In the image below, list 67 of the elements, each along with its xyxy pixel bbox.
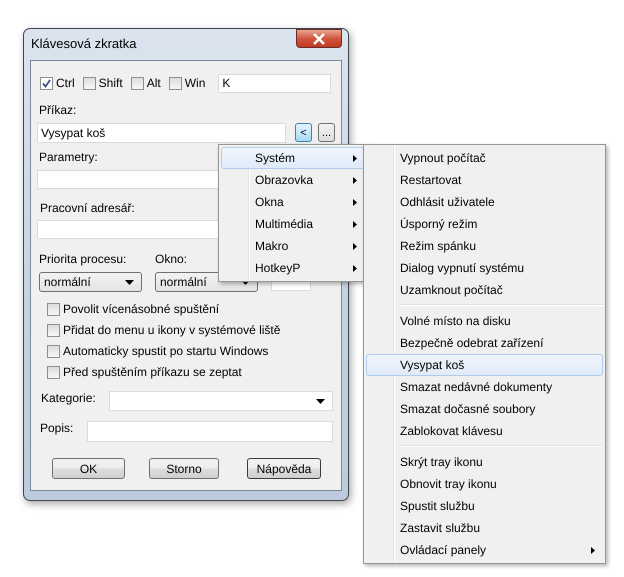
checkbox[interactable]	[40, 76, 53, 90]
menu-item[interactable]: Systém	[221, 147, 365, 169]
dropdown-arrow-icon	[316, 399, 325, 404]
checkbox-label: Automaticky spustit po startu Windows	[63, 344, 268, 358]
submenu-arrow-icon	[353, 265, 357, 272]
submenu-arrow-icon	[353, 199, 357, 206]
field-label: Pracovní adresář:	[39, 201, 135, 215]
field-label: Příkaz:	[38, 103, 76, 117]
submenu-arrow-icon	[591, 547, 595, 554]
checkbox-label: Povolit vícenásobné spuštění	[63, 302, 220, 316]
menu-item[interactable]: Skrýt tray ikonu	[366, 451, 603, 473]
menu-item[interactable]: Spustit službu	[366, 495, 603, 517]
checkbox[interactable]	[130, 76, 144, 90]
menu-item[interactable]: Zastavit službu	[366, 517, 603, 539]
field-label: Kategorie:	[41, 391, 97, 405]
menu-item[interactable]: Vysypat koš	[366, 354, 603, 376]
menu-item[interactable]: Okna	[221, 191, 365, 213]
menu-item[interactable]: Makro	[221, 235, 365, 257]
menu-item[interactable]: Smazat dočasné soubory	[366, 398, 603, 420]
submenu-arrow-icon	[353, 155, 357, 162]
submenu-arrow-icon	[353, 221, 357, 228]
checkbox[interactable]	[47, 344, 60, 358]
dialog-button[interactable]: OK	[52, 458, 125, 479]
key-field[interactable]: K	[218, 74, 332, 92]
dropdown[interactable]: normální	[39, 272, 142, 292]
checkbox-label: Alt	[146, 76, 161, 90]
menu-item[interactable]: Obnovit tray ikonu	[366, 473, 603, 495]
menu-item[interactable]: Vypnout počítač	[366, 147, 603, 169]
browse-button[interactable]: ...	[318, 123, 335, 142]
submenu-arrow-icon	[353, 177, 357, 184]
checkbox-label: Shift	[98, 76, 123, 90]
window-title: Klávesová zkratka	[31, 36, 136, 51]
checkbox-label: Win	[184, 76, 206, 90]
menu-item[interactable]: Odhlásit uživatele	[366, 191, 603, 213]
menu-item[interactable]: Dialog vypnutí systému	[366, 257, 603, 279]
checkbox[interactable]	[47, 302, 60, 316]
checkbox-label: Ctrl	[56, 76, 75, 90]
field-label: Priorita procesu:	[39, 252, 128, 266]
field-label: Okno:	[155, 252, 188, 266]
menu-item[interactable]: Úsporný režim	[366, 213, 603, 235]
checkbox-label: Před spuštěním příkazu se zeptat	[63, 365, 242, 379]
description-field[interactable]	[87, 421, 333, 442]
checkbox[interactable]	[47, 324, 60, 336]
menu-item[interactable]: Uzamknout počítač	[366, 279, 603, 301]
menu-item[interactable]: Ovládací panely	[366, 539, 603, 561]
dialog-button[interactable]: Storno	[149, 458, 219, 479]
field-label: Parametry:	[38, 150, 98, 164]
checkbox[interactable]	[168, 76, 182, 90]
checkbox-label: Přidat do menu u ikony v systémové liště	[63, 323, 280, 337]
menu-item[interactable]: Volné místo na disku	[366, 310, 603, 332]
checkbox[interactable]	[82, 76, 96, 90]
checkbox[interactable]	[47, 366, 60, 378]
menu-item[interactable]: Režim spánku	[366, 235, 603, 257]
menu-item[interactable]: Obrazovka	[221, 169, 365, 191]
menu-item[interactable]: Bezpečně odebrat zařízení	[366, 332, 603, 354]
menu-item[interactable]: Restartovat	[366, 169, 603, 191]
dropdown-arrow-icon	[125, 280, 134, 284]
browse-button[interactable]: <	[295, 123, 312, 142]
menu-item[interactable]: Multimédia	[221, 213, 365, 235]
close-button[interactable]	[296, 29, 342, 48]
close-icon	[312, 32, 326, 44]
field-label: Popis:	[40, 421, 74, 435]
dialog-button[interactable]: Nápověda	[247, 458, 321, 479]
command-field[interactable]: Vysypat koš	[37, 122, 286, 142]
submenu-arrow-icon	[353, 243, 357, 250]
menu-item[interactable]: Zablokovat klávesu	[366, 420, 603, 442]
menu-item[interactable]: Smazat nedávné dokumenty	[366, 376, 603, 398]
